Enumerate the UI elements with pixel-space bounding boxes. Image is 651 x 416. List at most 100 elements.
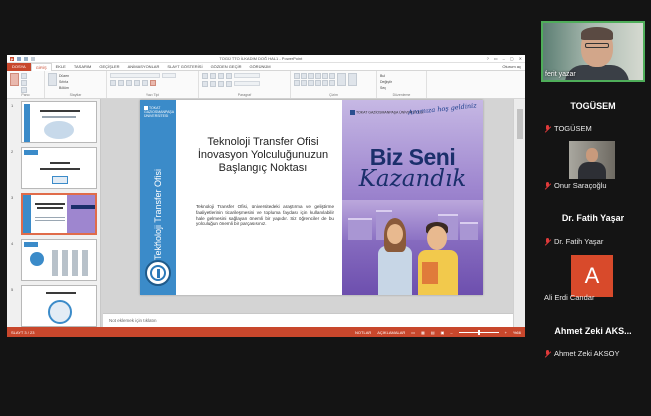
section-button[interactable]: Bölüm [59,85,69,91]
tab-transitions[interactable]: GEÇİŞLER [95,63,123,71]
participant-name-text: Ahmet Zeki AKSOY [554,349,620,358]
ribbon-group-drawing: Çizim [291,71,377,98]
copy-icon[interactable] [21,80,27,86]
text-direction-select[interactable] [234,73,260,78]
slide-thumbnail-4[interactable] [21,239,97,281]
participant-video-thumbnail[interactable] [569,141,615,179]
ribbon-group-slides: Düzen Sıfırla Bölüm Slaytlar [45,71,107,98]
justify-icon[interactable] [226,81,232,87]
ribbon-group-label: Paragraf [237,93,252,97]
italic-icon[interactable] [118,80,124,86]
minimize-button[interactable]: – [503,56,505,61]
slide-thumbnail-5[interactable] [21,285,97,327]
participant-name[interactable]: Ali Erdi Candar [544,293,594,302]
indent-icon[interactable] [218,73,224,79]
ribbon-group-label: Yazı Tipi [145,93,160,97]
participant-name[interactable]: Ahmet Zeki AKSOY [544,349,619,358]
slide-thumbnail-3[interactable] [21,193,97,235]
font-color-icon[interactable] [150,80,156,86]
undo-icon[interactable] [24,56,28,61]
ppt-workspace: 1 2 3 4 5 TOKAT GAZİOSMANPAŞA ÜNİVERSİTE… [7,99,525,327]
align-left-icon[interactable] [202,81,208,87]
mic-muted-icon [544,237,551,246]
quick-styles-icon[interactable] [348,73,357,86]
zoom-out-icon[interactable]: – [450,330,452,335]
participant-name[interactable]: Dr. Fatih Yaşar [544,237,603,246]
save-icon[interactable] [17,56,21,61]
mic-muted-icon [544,124,551,133]
tab-slideshow[interactable]: SLAYT GÖSTERİSİ [163,63,206,71]
align-text-select[interactable] [234,81,260,86]
participant-name[interactable]: TOGÜSEM [544,124,592,133]
paste-icon[interactable] [10,73,19,86]
ribbon-group-font: Yazı Tipi [107,71,199,98]
tto-seal-icon [145,260,171,286]
font-name-select[interactable] [110,73,160,78]
zoom-slider[interactable] [458,329,499,335]
new-slide-icon[interactable] [48,73,57,86]
tab-home[interactable]: GİRİŞ [30,62,52,71]
band-vertical-title: Teknoloji Transfer Ofisi [143,169,173,260]
poster-script-text: Aramıza hoş geldiniz [407,101,478,117]
slide-number: 3 [154,242,157,248]
welcome-poster-image[interactable]: TOKAT GAZİOSMANPAŞA ÜNİVERSİTESİ Aramıza… [342,100,483,295]
slide-editor: TOKAT GAZİOSMANPAŞA ÜNİVERSİTESİ Teknolo… [103,99,513,313]
video-name-label: ferit yazar [545,71,576,78]
notes-pane[interactable]: Not eklemek için tıklatın [103,313,513,327]
tab-design[interactable]: TASARIM [70,63,95,71]
ribbon-display-button[interactable]: ▭ [494,56,498,61]
university-logo-text: TOKAT GAZİOSMANPAŞA ÜNİVERSİTESİ [144,106,174,119]
ppt-statusbar: SLAYT 3 / 23 NOTLAR AÇIKLAMALAR ▭ ▦ ▤ ▣ … [7,327,525,337]
mic-muted-icon [544,349,551,358]
tab-view[interactable]: GÖRÜNÜM [245,63,274,71]
ribbon-group-label: Çizim [329,93,338,97]
shapes-gallery[interactable] [294,73,335,86]
sign-in-link[interactable]: Oturum aç [502,64,525,69]
active-speaker-video[interactable]: ferit yazar [541,21,645,82]
notes-toggle[interactable]: NOTLAR [355,330,371,335]
participant-heading: Dr. Fatih Yaşar [561,213,625,223]
cut-icon[interactable] [21,73,27,79]
shadow-icon[interactable] [134,80,140,86]
arrange-icon[interactable] [337,73,346,86]
zoom-level[interactable]: %66 [513,330,521,335]
participant-name-text: TOGÜSEM [554,124,592,133]
tab-animations[interactable]: ANİMASYONLAR [124,63,164,71]
thumb-number: 4 [11,241,14,246]
comments-toggle[interactable]: AÇIKLAMALAR [377,330,405,335]
line-spacing-icon[interactable] [226,73,232,79]
slide-body-text[interactable]: Teknoloji Transfer Ofisi, üniversitedeki… [196,204,334,227]
help-button[interactable]: ? [487,56,489,61]
slideshow-icon[interactable]: ▣ [441,330,445,335]
university-logo: TOKAT GAZİOSMANPAŞA ÜNİVERSİTESİ [144,106,174,118]
avatar[interactable]: A [571,255,613,297]
align-center-icon[interactable] [210,81,216,87]
tab-review[interactable]: GÖZDEN GEÇİR [207,63,246,71]
ribbon-group-label: Slaytlar [69,93,82,97]
close-button[interactable]: ✕ [519,56,522,61]
reading-view-icon[interactable]: ▤ [431,330,435,335]
font-size-select[interactable] [162,73,176,78]
slide-thumbnail-2[interactable] [21,147,97,189]
slide-thumbnail-1[interactable] [21,101,97,143]
slide-title[interactable]: Teknoloji Transfer Ofisi İnovasyon Yolcu… [196,136,330,175]
current-slide[interactable]: TOKAT GAZİOSMANPAŞA ÜNİVERSİTESİ Teknolo… [140,100,483,295]
bullets-icon[interactable] [202,73,208,79]
bold-icon[interactable] [110,80,116,86]
slide-scrollbar[interactable] [513,99,525,327]
thumb-number: 3 [11,195,14,200]
tab-insert[interactable]: EKLE [52,63,70,71]
normal-view-icon[interactable]: ▭ [411,330,415,335]
align-right-icon[interactable] [218,81,224,87]
tab-file[interactable]: DOSYA [7,62,31,71]
participant-name[interactable]: Onur Saraçoğlu [544,181,607,190]
ribbon-group-editing: Bul Değiştir Seç Düzenleme [377,71,427,98]
zoom-in-icon[interactable]: + [505,330,507,335]
quick-access-toolbar: P [10,56,35,62]
underline-icon[interactable] [126,80,132,86]
strikethrough-icon[interactable] [142,80,148,86]
numbering-icon[interactable] [210,73,216,79]
maximize-button[interactable]: ▢ [510,56,514,61]
slide-sorter-icon[interactable]: ▦ [421,330,425,335]
select-button[interactable]: Seç [380,85,392,91]
